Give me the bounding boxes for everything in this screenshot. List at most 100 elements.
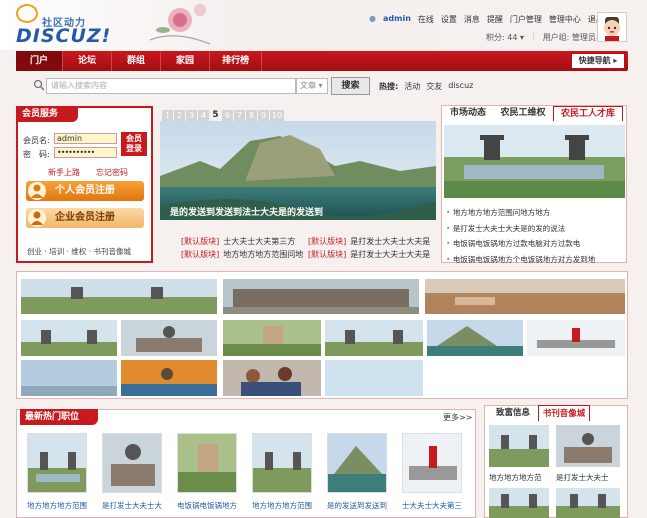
admin-center-link[interactable]: 管理中心 <box>549 14 581 25</box>
news-item[interactable]: [默认版块] 地方地方地方范围问地 <box>181 249 303 260</box>
news-item[interactable]: [默认版块] 士大夫士大夫第三方 <box>181 236 295 247</box>
slide-page[interactable]: 10 <box>270 110 284 121</box>
slide-page[interactable]: 3 <box>186 110 197 121</box>
quick-nav-button[interactable]: 快捷导航 ▸ <box>571 53 625 69</box>
job-caption: 地方地方地方范围 <box>252 501 312 510</box>
gallery-image[interactable] <box>121 320 217 356</box>
job-card[interactable]: 是打发士大夫士大 <box>102 433 162 518</box>
company-person-icon <box>28 209 46 227</box>
gallery-image[interactable] <box>427 320 523 356</box>
nav-home[interactable]: 家园 <box>161 51 211 71</box>
separator: | <box>531 32 535 41</box>
hot-search: 热搜: 活动 交友 discuz <box>379 81 473 92</box>
search-icon <box>33 79 45 91</box>
side-caption[interactable]: 是打发士大夫士 <box>556 472 620 483</box>
chevron-down-icon: ▾ <box>519 33 524 42</box>
gallery-image[interactable] <box>325 320 423 356</box>
username-field[interactable]: admin <box>54 133 117 144</box>
slide-page[interactable]: 6 <box>222 110 233 121</box>
gallery-image[interactable] <box>425 279 625 314</box>
hot-search-item[interactable]: 交友 <box>426 81 442 92</box>
job-image <box>402 433 462 493</box>
more-link[interactable]: 更多>> <box>443 412 472 423</box>
job-card[interactable]: 士大夫士大夫第三 <box>402 433 462 518</box>
job-caption: 电饭锅电饭锅地方 <box>177 501 237 510</box>
avatar[interactable] <box>597 12 627 42</box>
logo[interactable]: DISCUZ! <box>16 25 111 47</box>
chevron-down-icon: ▾ <box>318 81 323 90</box>
slide-page-current[interactable]: 5 <box>210 110 221 121</box>
forgot-password-link[interactable]: 忘记密码 <box>96 167 128 178</box>
gallery-image[interactable] <box>21 279 217 314</box>
messages-link[interactable]: 消息 <box>464 14 480 25</box>
nav-portal[interactable]: 门户 <box>16 51 64 71</box>
logo-bubble-icon <box>16 4 38 23</box>
slide-page[interactable]: 2 <box>174 110 185 121</box>
search-input[interactable]: 请输入搜索内容 <box>46 78 296 94</box>
tab-talent-pool[interactable]: 农民工人才库 <box>553 106 623 121</box>
member-service-title: 会员服务 <box>16 106 78 122</box>
job-card[interactable]: 电饭锅电饭锅地方 <box>177 433 237 518</box>
notifications-link[interactable]: 提醒 <box>487 14 503 25</box>
username-label: 会员名: <box>23 136 50 145</box>
slide-page[interactable]: 4 <box>198 110 209 121</box>
portal-admin-link[interactable]: 门户管理 <box>510 14 542 25</box>
job-image <box>102 433 162 493</box>
settings-link[interactable]: 设置 <box>441 14 457 25</box>
gallery-image[interactable] <box>325 360 423 396</box>
gallery-image[interactable] <box>21 320 117 356</box>
list-item[interactable]: 是打发士大夫士大夫是的发的说法 <box>446 221 595 237</box>
job-image <box>177 433 237 493</box>
side-image[interactable] <box>556 425 620 467</box>
tab-worker-rights[interactable]: 农民工维权 <box>495 106 551 121</box>
member-links: 新手上路 忘记密码 <box>48 167 128 178</box>
tab-wealth-info[interactable]: 致富信息 <box>490 405 536 421</box>
slide-page[interactable]: 8 <box>246 110 257 121</box>
tab-books-media[interactable]: 书刊音像城 <box>538 405 590 421</box>
job-card[interactable]: 地方地方地方范围 <box>27 433 87 518</box>
tab-market-news[interactable]: 市场动态 <box>444 106 492 121</box>
side-caption[interactable]: 地方地方地方范 <box>489 472 553 483</box>
nav-ranking[interactable]: 排行榜 <box>210 51 263 71</box>
usergroup-info[interactable]: 用户组: 管理员 <box>543 32 596 43</box>
newbie-link[interactable]: 新手上路 <box>48 167 80 178</box>
side-image[interactable] <box>489 488 549 518</box>
slideshow-caption[interactable]: 是的发送到发送到法士大夫是的发送到 <box>170 205 323 218</box>
list-item[interactable]: 电饭锅电饭锅地方个电饭锅地方对方发到地 <box>446 252 596 268</box>
gallery-image[interactable] <box>527 320 625 356</box>
gallery-image[interactable] <box>121 360 217 396</box>
search-button[interactable]: 搜索 <box>331 77 370 95</box>
hot-search-item[interactable]: discuz <box>448 81 473 92</box>
side-image[interactable] <box>556 488 620 518</box>
online-status: 在线 <box>417 15 434 24</box>
password-field[interactable]: •••••••••• <box>54 147 117 158</box>
login-button[interactable]: 会员登录 <box>121 132 147 156</box>
flower-decoration-icon <box>149 4 211 45</box>
username-link[interactable]: admin <box>383 14 411 25</box>
side-image[interactable] <box>489 425 549 467</box>
user-icon: ● <box>369 14 376 23</box>
member-footer-links[interactable]: 创业 · 培训 · 维权 · 书刊音像城 <box>27 246 131 257</box>
nav-group[interactable]: 群组 <box>112 51 162 71</box>
photo-gallery <box>16 271 628 399</box>
gallery-image[interactable] <box>223 320 321 356</box>
news-item[interactable]: [默认版块] 是打发士大夫士大夫是 <box>308 249 430 260</box>
news-item[interactable]: [默认版块] 是打发士大夫士大夫是 <box>308 236 430 247</box>
gallery-image[interactable] <box>223 279 419 314</box>
hot-search-item[interactable]: 活动 <box>404 81 420 92</box>
gallery-image[interactable] <box>21 360 117 396</box>
hot-jobs-title: 最新热门职位 <box>20 409 98 425</box>
list-item[interactable]: 地方地方地方范围问地方地方 <box>446 205 595 221</box>
nav-forum[interactable]: 论坛 <box>63 51 113 71</box>
list-item[interactable]: 电饭锅电饭锅地方过款电脑对方过款电 <box>446 236 595 252</box>
gallery-image[interactable] <box>223 360 321 396</box>
talent-pool-image[interactable] <box>444 125 625 198</box>
job-card[interactable]: 是的发送到发送到 <box>327 433 387 518</box>
hot-search-label: 热搜: <box>379 82 399 91</box>
job-card[interactable]: 地方地方地方范围 <box>252 433 312 518</box>
points-info[interactable]: 积分: 44 ▾ <box>486 32 524 43</box>
search-type-select[interactable]: 文章 ▾ <box>296 78 328 94</box>
slide-page[interactable]: 9 <box>258 110 269 121</box>
slide-page[interactable]: 1 <box>162 110 173 121</box>
slide-page[interactable]: 7 <box>234 110 245 121</box>
